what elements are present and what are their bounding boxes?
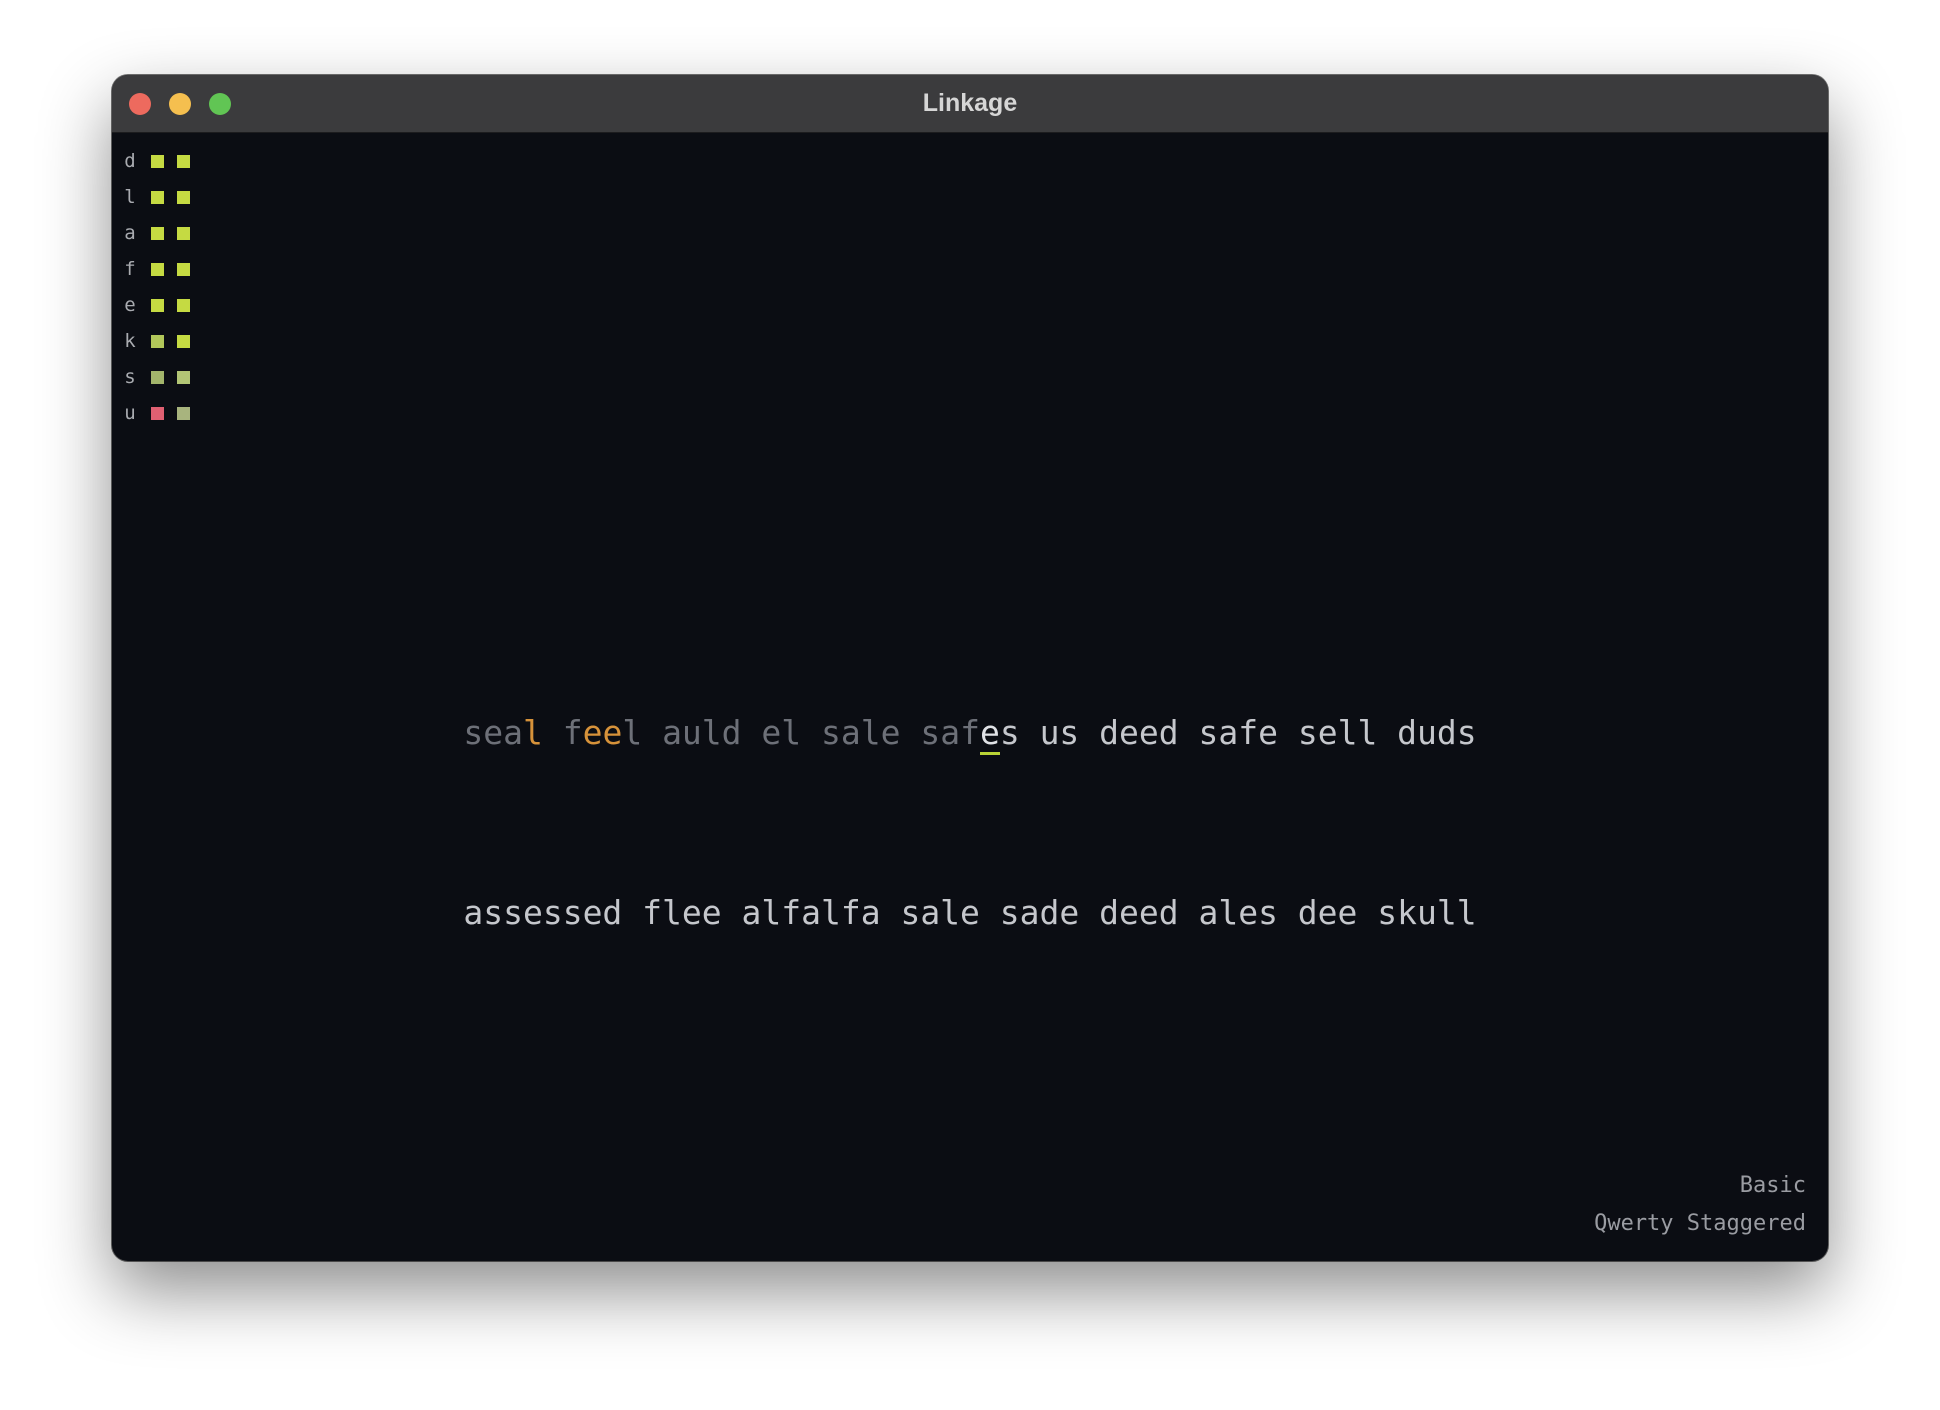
title-bar[interactable]: Linkage: [112, 75, 1828, 133]
key-score-square: [177, 298, 190, 312]
layout-label: Qwerty Staggered: [1594, 1211, 1806, 1236]
typed-text: f: [542, 713, 583, 752]
app-window: Linkage dlafeksu seal feel auld el sale …: [112, 75, 1828, 1261]
mistyped-text: ee: [582, 713, 623, 752]
key-letter: l: [124, 186, 136, 208]
key-letter: f: [124, 258, 136, 280]
key-score-square: [177, 334, 190, 348]
typed-text: l auld el sale saf: [622, 713, 980, 752]
key-letter: e: [124, 294, 136, 316]
key-stat-row: f: [122, 251, 190, 287]
key-score-square: [151, 298, 164, 312]
practice-text: seal feel auld el sale safes us deed saf…: [112, 583, 1828, 1063]
key-letter: d: [124, 150, 136, 172]
footer-info: Basic Qwerty Staggered: [1594, 1167, 1806, 1243]
key-score-square: [151, 190, 164, 204]
typing-area[interactable]: dlafeksu seal feel auld el sale safes us…: [112, 133, 1828, 1261]
key-stat-row: e: [122, 287, 190, 323]
key-letter: a: [124, 222, 136, 244]
practice-line-1: seal feel auld el sale safes us deed saf…: [112, 703, 1828, 763]
key-stat-row: s: [122, 359, 190, 395]
key-stat-row: d: [122, 143, 190, 179]
key-score-square: [177, 370, 190, 384]
key-score-square: [177, 262, 190, 276]
key-stat-row: l: [122, 179, 190, 215]
mode-label: Basic: [1739, 1173, 1806, 1198]
key-stat-row: a: [122, 215, 190, 251]
key-stats-panel: dlafeksu: [122, 143, 190, 431]
key-score-square: [177, 190, 190, 204]
window-title: Linkage: [922, 89, 1018, 117]
key-score-square: [177, 406, 190, 420]
key-score-square: [151, 334, 164, 348]
pending-text: s us deed safe sell duds: [999, 713, 1477, 752]
key-stat-row: k: [122, 323, 190, 359]
key-stat-row: u: [122, 395, 190, 431]
key-letter: u: [124, 402, 136, 424]
key-score-square: [151, 262, 164, 276]
typed-text: sea: [463, 713, 523, 752]
key-score-square: [177, 154, 190, 168]
key-score-square: [177, 226, 190, 240]
key-letter: k: [124, 330, 136, 352]
practice-line-2: assessed flee alfalfa sale sade deed ale…: [463, 893, 1477, 932]
mistyped-text: l: [522, 713, 543, 752]
key-score-square: [151, 370, 164, 384]
cursor-character: e: [979, 713, 1000, 755]
key-score-square: [151, 154, 164, 168]
key-score-square: [151, 406, 164, 420]
key-letter: s: [124, 366, 136, 388]
key-score-square: [151, 226, 164, 240]
